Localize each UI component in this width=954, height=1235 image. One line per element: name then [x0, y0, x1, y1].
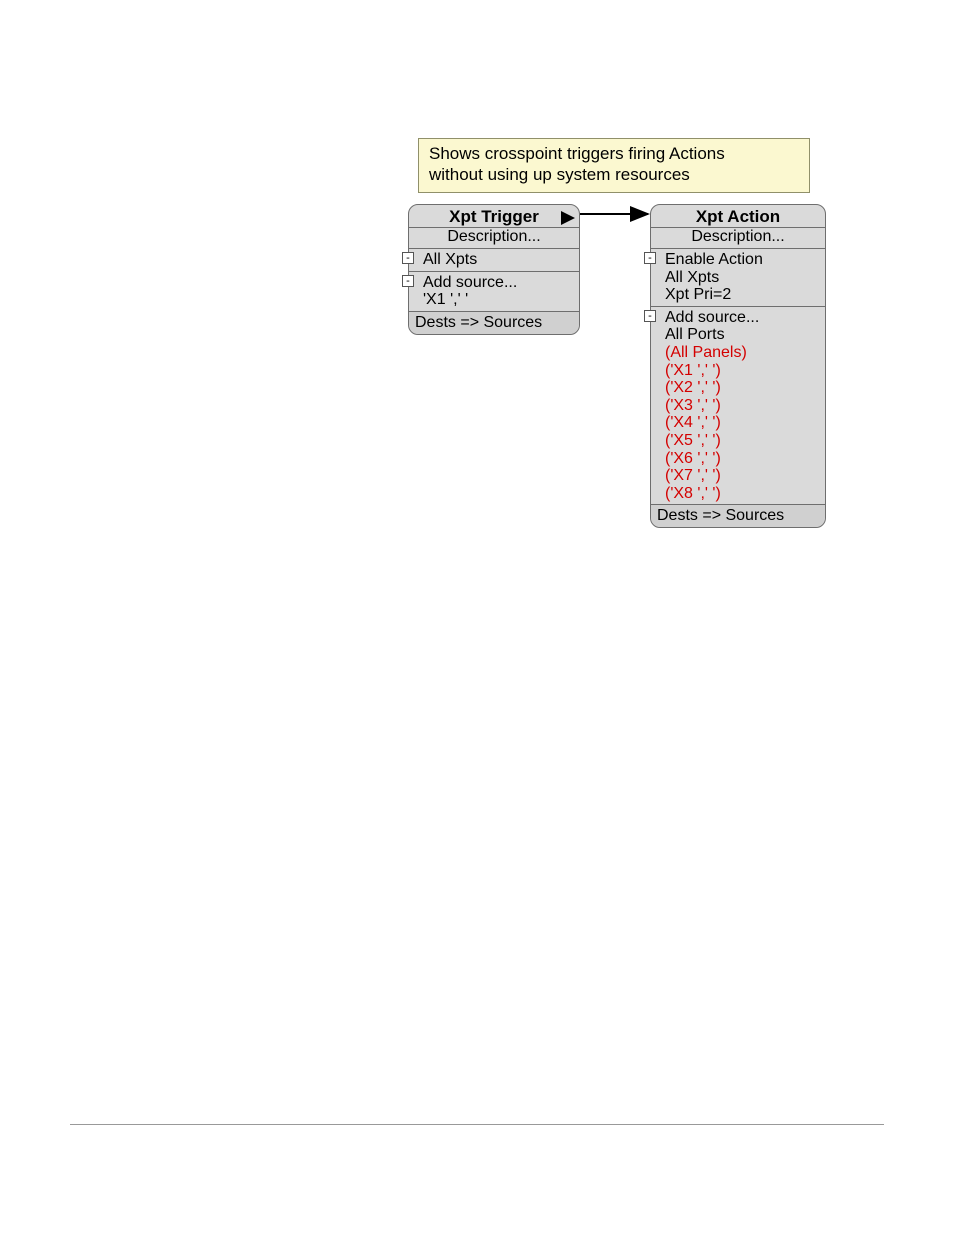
section-line: All Xpts [665, 269, 825, 287]
node-description[interactable]: Description... [409, 228, 579, 249]
section-add-source[interactable]: - Add source... 'X1 ',' ' [409, 272, 579, 312]
node-description[interactable]: Description... [651, 228, 825, 249]
xpt-trigger-node[interactable]: Xpt Trigger Description... - All Xpts - … [408, 204, 580, 335]
section-line: All Ports [665, 326, 825, 344]
source-entry: ('X7 ',' ') [665, 467, 825, 485]
dests-sources-row[interactable]: Dests => Sources [409, 312, 579, 334]
node-title: Xpt Action [651, 205, 825, 228]
source-entry: (All Panels) [665, 344, 825, 362]
section-line: Xpt Pri=2 [665, 286, 825, 304]
collapse-toggle-icon[interactable]: - [402, 252, 414, 264]
output-port-icon[interactable] [561, 211, 575, 225]
section-line: All Xpts [423, 251, 579, 269]
source-entry: ('X2 ',' ') [665, 379, 825, 397]
section-line: Enable Action [665, 251, 825, 269]
section-line: Add source... [665, 309, 825, 327]
section-line: Add source... [423, 274, 579, 292]
collapse-toggle-icon[interactable]: - [402, 275, 414, 287]
note-line: Shows crosspoint triggers firing Actions [429, 143, 799, 164]
source-entry: ('X8 ',' ') [665, 485, 825, 503]
source-entry: ('X1 ',' ') [665, 362, 825, 380]
xpt-action-node[interactable]: Xpt Action Description... - Enable Actio… [650, 204, 826, 528]
page-divider [70, 1124, 884, 1125]
section-line: 'X1 ',' ' [423, 291, 579, 309]
note-line: without using up system resources [429, 164, 799, 185]
dests-sources-row[interactable]: Dests => Sources [651, 505, 825, 527]
collapse-toggle-icon[interactable]: - [644, 252, 656, 264]
source-entries: (All Panels)('X1 ',' ')('X2 ',' ')('X3 '… [665, 344, 825, 502]
source-entry: ('X4 ',' ') [665, 414, 825, 432]
source-entry: ('X5 ',' ') [665, 432, 825, 450]
node-title: Xpt Trigger [409, 205, 579, 228]
section-enable-action[interactable]: - Enable Action All Xpts Xpt Pri=2 [651, 249, 825, 307]
source-entry: ('X6 ',' ') [665, 450, 825, 468]
collapse-toggle-icon[interactable]: - [644, 310, 656, 322]
section-all-xpts[interactable]: - All Xpts [409, 249, 579, 272]
section-add-source[interactable]: - Add source... All Ports (All Panels)('… [651, 307, 825, 506]
info-note: Shows crosspoint triggers firing Actions… [418, 138, 810, 193]
source-entry: ('X3 ',' ') [665, 397, 825, 415]
